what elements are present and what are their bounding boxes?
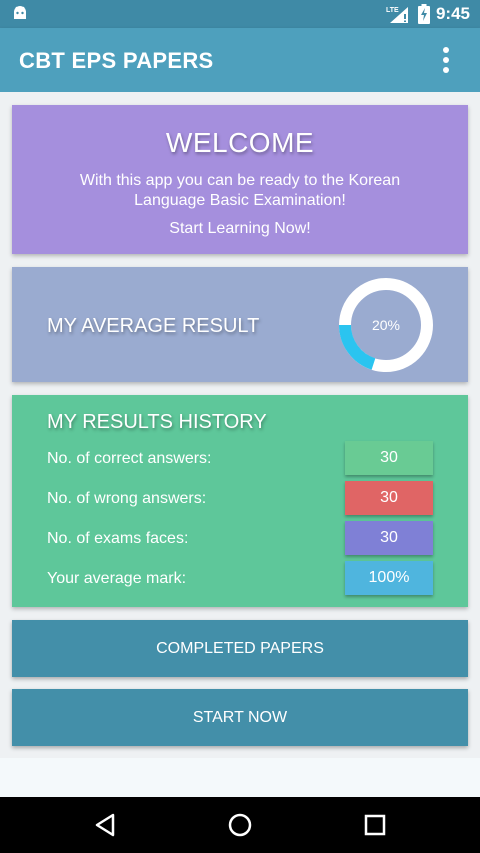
history-row-value: 30 <box>345 521 433 555</box>
welcome-message: With this app you can be ready to the Ko… <box>79 172 401 209</box>
app-bar: CBT EPS PAPERS <box>0 28 480 92</box>
history-row-wrong: No. of wrong answers: 30 <box>47 481 433 515</box>
history-row-label: No. of correct answers: <box>47 450 212 467</box>
average-result-label: MY AVERAGE RESULT <box>47 315 260 337</box>
overflow-menu-icon[interactable] <box>442 47 450 75</box>
android-notification-icon <box>14 6 26 19</box>
start-now-button[interactable]: START NOW <box>12 689 468 746</box>
home-icon[interactable] <box>225 811 255 839</box>
average-result-card: MY AVERAGE RESULT 20% <box>12 267 468 382</box>
welcome-card: WELCOME With this app you can be ready t… <box>12 105 468 254</box>
back-icon[interactable] <box>91 811 121 839</box>
bottom-spacer <box>0 758 480 797</box>
network-label: LTE <box>386 7 399 14</box>
completed-papers-button[interactable]: COMPLETED PAPERS <box>12 620 468 677</box>
history-row-correct: No. of correct answers: 30 <box>47 441 433 475</box>
status-bar: LTE 9:45 <box>0 0 480 28</box>
main-content: WELCOME With this app you can be ready t… <box>0 92 480 758</box>
average-progress-ring: 20% <box>339 278 433 372</box>
lte-signal-icon: LTE <box>386 7 408 23</box>
history-row-value: 30 <box>345 441 433 475</box>
history-row-value: 30 <box>345 481 433 515</box>
history-row-label: No. of exams faces: <box>47 530 189 547</box>
system-nav-bar <box>0 797 480 853</box>
welcome-heading: WELCOME <box>165 127 315 158</box>
status-time: 9:45 <box>435 4 470 23</box>
average-percent-text: 20% <box>372 317 400 333</box>
history-row-average: Your average mark: 100% <box>47 561 433 595</box>
app-title: CBT EPS PAPERS <box>19 48 214 73</box>
history-row-value: 100% <box>345 561 433 595</box>
recents-icon[interactable] <box>360 811 390 839</box>
history-row-exams: No. of exams faces: 30 <box>47 521 433 555</box>
history-row-label: No. of wrong answers: <box>47 490 207 507</box>
welcome-cta: Start Learning Now! <box>169 220 311 237</box>
history-row-label: Your average mark: <box>47 570 187 587</box>
battery-charging-icon <box>417 4 430 24</box>
results-history-card: MY RESULTS HISTORY No. of correct answer… <box>12 395 468 607</box>
results-history-label: MY RESULTS HISTORY <box>47 411 267 433</box>
